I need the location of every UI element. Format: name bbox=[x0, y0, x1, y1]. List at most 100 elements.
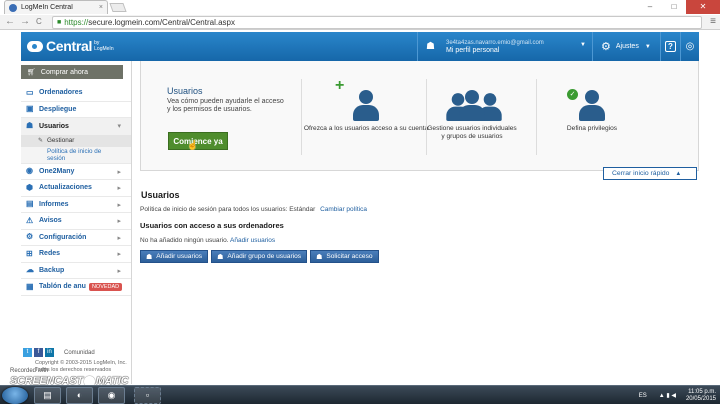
sidebar-item-one2many[interactable]: ◉ One2Many ▸ bbox=[21, 164, 131, 180]
add-user-group-button[interactable]: ☗ Añadir grupo de usuarios bbox=[211, 250, 308, 263]
social-links: t f in Comunidad bbox=[23, 348, 95, 357]
close-window-button[interactable]: ✕ bbox=[686, 0, 720, 14]
central-logo[interactable]: Central by LogMeIn bbox=[27, 38, 116, 54]
sidebar-item-ordenadores[interactable]: ▭ Ordenadores bbox=[21, 85, 131, 102]
browser-menu-icon[interactable]: ≡ bbox=[710, 17, 716, 27]
sidebar-item-label: Despliegue bbox=[39, 105, 77, 113]
board-icon: ▦ bbox=[26, 281, 34, 291]
back-icon[interactable]: ← bbox=[5, 16, 15, 28]
sidebar-item-label: Ordenadores bbox=[39, 89, 83, 97]
forward-icon[interactable]: → bbox=[20, 16, 30, 28]
reload-icon[interactable]: C bbox=[36, 16, 42, 28]
quick-start-step-privileges[interactable]: ✓ Defina privilegios bbox=[527, 79, 657, 133]
tab-close-icon[interactable]: × bbox=[99, 4, 103, 11]
quick-start-intro: Usuarios Vea cómo pueden ayudarle el acc… bbox=[167, 86, 287, 114]
sidebar-item-label: Tablón de anu bbox=[39, 283, 86, 291]
settings-menu[interactable]: ⚙ Ajustes ▼ bbox=[593, 32, 661, 61]
sidebar-subitem-politica[interactable]: Política de inicio de sesión bbox=[21, 146, 131, 164]
sidebar-subitem-label: Política de inicio de sesión bbox=[47, 147, 102, 162]
sidebar-item-avisos[interactable]: ⚠ Avisos ▸ bbox=[21, 213, 131, 230]
url-protocol: https:// bbox=[64, 18, 89, 27]
sidebar-item-despliegue[interactable]: ▣ Despliegue bbox=[21, 102, 131, 118]
page-title: Usuarios bbox=[141, 190, 180, 200]
facebook-icon[interactable]: f bbox=[34, 348, 43, 357]
computer-icon: ▭ bbox=[26, 87, 34, 97]
close-quick-start-label: Cerrar inicio rápido bbox=[612, 170, 670, 177]
sidebar: 🛒︎ Comprar ahora ▭ Ordenadores ▣ Desplie… bbox=[21, 61, 132, 384]
sidebar-item-usuarios[interactable]: ☗ Usuarios ▾ bbox=[21, 118, 131, 135]
globe-icon: ◎ bbox=[685, 41, 695, 52]
address-bar[interactable]: ■ https:// secure.logmein.com/Central/Ce… bbox=[52, 16, 702, 29]
backup-icon: ☁ bbox=[26, 265, 34, 275]
taskbar-app-icon[interactable]: ▫ bbox=[134, 387, 161, 404]
brand-name: Central bbox=[46, 38, 93, 54]
clock[interactable]: 11:05 p.m. 20/05/2015 bbox=[686, 389, 716, 403]
community-link[interactable]: Comunidad bbox=[64, 350, 95, 356]
section-heading: Usuarios con acceso a sus ordenadores bbox=[140, 221, 284, 230]
language-button[interactable]: ◎ bbox=[681, 32, 699, 61]
change-policy-link[interactable]: Cambiar política bbox=[320, 206, 367, 213]
sidebar-item-actualizaciones[interactable]: ⬢ Actualizaciones ▸ bbox=[21, 180, 131, 197]
screencast-watermark: Recorded with SCREENCAST MATIC bbox=[0, 368, 140, 387]
chevron-down-icon: ▼ bbox=[644, 43, 651, 50]
sidebar-item-informes[interactable]: ▤ Informes ▸ bbox=[21, 197, 131, 213]
add-users-link[interactable]: Añadir usuarios bbox=[230, 237, 275, 244]
taskbar-app-icon[interactable]: ◐ bbox=[66, 387, 93, 404]
buy-now-button[interactable]: 🛒︎ Comprar ahora bbox=[21, 65, 123, 79]
close-quick-start-button[interactable]: Cerrar inicio rápido ▲ bbox=[603, 167, 697, 180]
users-icon: ☗ bbox=[26, 121, 34, 131]
buy-now-label: Comprar ahora bbox=[40, 68, 88, 76]
chevron-right-icon: ▸ bbox=[117, 185, 121, 192]
windows-start-icon[interactable] bbox=[2, 387, 28, 404]
language-indicator[interactable]: ES bbox=[639, 393, 647, 399]
tab-title: LogMeIn Central bbox=[21, 4, 73, 11]
browser-tabbar: LogMeIn Central × – □ ✕ bbox=[0, 0, 720, 15]
browser-tab[interactable]: LogMeIn Central × bbox=[4, 0, 108, 14]
chevron-down-icon: ▾ bbox=[117, 123, 121, 130]
user-email: 3e4ta4zas.navarro.emio@gmail.com bbox=[446, 39, 544, 46]
chevron-right-icon: ▸ bbox=[117, 168, 121, 176]
chrome-taskbar-icon[interactable]: ◉ bbox=[98, 387, 125, 404]
taskbar: ▤ ◐ ◉ ▫ ES ▲ ▮ ◀ 11:05 p.m. 20/05/2015 bbox=[0, 385, 720, 404]
maximize-button[interactable]: □ bbox=[662, 0, 686, 14]
chevron-up-icon: ▲ bbox=[675, 170, 682, 177]
logmein-favicon-icon bbox=[9, 3, 17, 12]
quick-start-step-manage[interactable]: Gestione usuarios individuales y grupos … bbox=[407, 79, 537, 141]
chevron-right-icon: ▸ bbox=[117, 251, 121, 258]
watermark-recorded: Recorded with bbox=[10, 368, 49, 374]
profile-label: Mi perfil personal bbox=[446, 46, 500, 54]
step-caption: Defina privilegios bbox=[566, 125, 618, 132]
sidebar-item-configuracion[interactable]: ⚙ Configuración ▸ bbox=[21, 230, 131, 246]
tray-icons[interactable]: ▲ ▮ ◀ bbox=[659, 392, 676, 399]
sidebar-item-tablon[interactable]: ▦ Tablón de anu NOVEDAD bbox=[21, 279, 131, 296]
empty-state-text: No ha añadido ningún usuario. bbox=[140, 237, 229, 244]
browser-toolbar: ← → C ■ https:// secure.logmein.com/Cent… bbox=[0, 15, 720, 30]
user-menu[interactable]: ☗ 3e4ta4zas.navarro.emio@gmail.com Mi pe… bbox=[417, 32, 593, 61]
sidebar-item-backup[interactable]: ☁ Backup ▸ bbox=[21, 263, 131, 279]
settings-label: Ajustes bbox=[615, 43, 639, 50]
help-button[interactable]: ? bbox=[661, 32, 681, 61]
new-tab-button[interactable] bbox=[109, 3, 127, 12]
minimize-button[interactable]: – bbox=[638, 0, 662, 14]
chevron-right-icon: ▸ bbox=[117, 218, 121, 225]
sidebar-subitem-gestionar[interactable]: ✎ Gestionar bbox=[21, 134, 131, 147]
user-group-illustration-icon bbox=[407, 79, 537, 121]
sidebar-item-redes[interactable]: ⊞ Redes ▸ bbox=[21, 246, 131, 263]
clock-date: 20/05/2015 bbox=[685, 395, 716, 402]
twitter-icon[interactable]: t bbox=[23, 348, 32, 357]
sidebar-item-label: Actualizaciones bbox=[39, 184, 92, 192]
request-access-button[interactable]: ☗ Solicitar acceso bbox=[310, 250, 379, 263]
add-users-button[interactable]: ☗ Añadir usuarios bbox=[140, 250, 209, 263]
url-path: secure.logmein.com/Central/Central.aspx bbox=[88, 18, 235, 27]
deploy-icon: ▣ bbox=[26, 104, 34, 114]
sidebar-nav: ▭ Ordenadores ▣ Despliegue ☗ Usuarios ▾ … bbox=[21, 85, 131, 296]
screen: LogMeIn Central × – □ ✕ ← → C ■ https://… bbox=[0, 0, 720, 404]
login-policy-text: Política de inicio de sesión para todos … bbox=[140, 206, 316, 213]
privileges-illustration-icon: ✓ bbox=[527, 79, 657, 121]
linkedin-icon[interactable]: in bbox=[45, 348, 54, 357]
login-policy-line: Política de inicio de sesión para todos … bbox=[140, 206, 699, 213]
gear-icon: ⚙ bbox=[601, 41, 611, 53]
add-user-icon: ☗ bbox=[146, 253, 153, 261]
add-group-icon: ☗ bbox=[217, 253, 224, 261]
taskbar-app-icon[interactable]: ▤ bbox=[34, 387, 61, 404]
